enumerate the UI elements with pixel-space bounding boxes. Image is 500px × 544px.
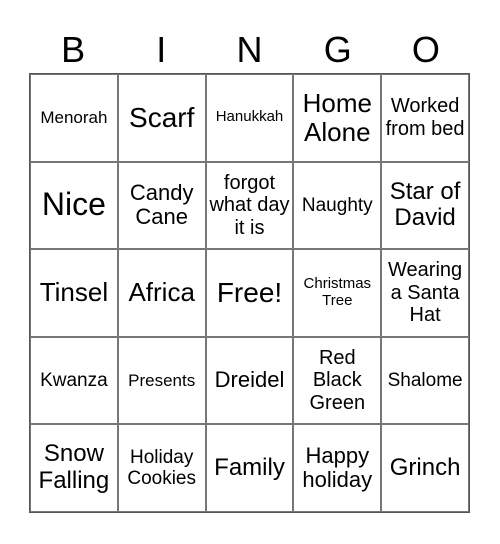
bingo-cell[interactable]: Wearing a Santa Hat <box>381 249 469 337</box>
bingo-cell[interactable]: Scarf <box>117 74 206 162</box>
header-letter-o: O <box>411 29 440 70</box>
bingo-cell[interactable]: Family <box>205 424 294 512</box>
bingo-cell[interactable]: Worked from bed <box>381 74 469 162</box>
bingo-cell[interactable]: Christmas Tree <box>293 249 382 337</box>
header-letter-b: B <box>61 29 86 70</box>
bingo-cell[interactable]: Naughty <box>293 161 382 250</box>
bingo-cell[interactable]: Africa <box>117 249 206 337</box>
bingo-cell[interactable]: Tinsel <box>30 249 118 337</box>
bingo-cell[interactable]: Candy Cane <box>117 161 206 250</box>
bingo-cell[interactable]: Snow Falling <box>30 424 118 512</box>
header-letter-i: I <box>156 29 167 70</box>
bingo-cell[interactable]: Dreidel <box>205 336 294 425</box>
bingo-cell free-space[interactable]: Free! <box>205 249 294 337</box>
bingo-header: B I N G O <box>29 26 470 74</box>
bingo-cell[interactable]: Kwanza <box>30 336 118 425</box>
bingo-cell[interactable]: Grinch <box>381 424 469 512</box>
bingo-cell[interactable]: Holiday Cookies <box>117 424 206 512</box>
header-letter-g: G <box>323 29 352 70</box>
bingo-card-grid: Menorah Scarf Hanukkah Home Alone Worked… <box>29 73 470 513</box>
bingo-cell[interactable]: Home Alone <box>293 74 382 162</box>
bingo-cell[interactable]: Red Black Green <box>293 336 382 425</box>
header-letter-n: N <box>236 29 263 70</box>
bingo-cell[interactable]: Star of David <box>381 161 469 250</box>
bingo-cell[interactable]: Presents <box>117 336 206 425</box>
bingo-cell[interactable]: Shalome <box>381 336 469 425</box>
bingo-cell[interactable]: forgot what day it is <box>205 161 294 250</box>
bingo-cell[interactable]: Menorah <box>30 74 118 162</box>
bingo-cell[interactable]: Hanukkah <box>205 74 294 162</box>
bingo-cell[interactable]: Nice <box>30 161 118 250</box>
bingo-cell[interactable]: Happy holiday <box>293 424 382 512</box>
